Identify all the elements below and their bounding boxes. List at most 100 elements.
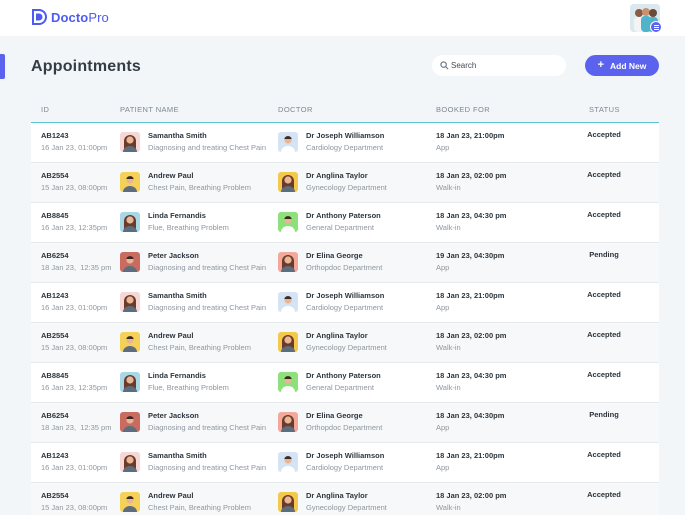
- patient-avatar[interactable]: [120, 292, 140, 312]
- table-row[interactable]: AB8845 16 Jan 23, 12:35pm Linda Fernandis F…: [31, 363, 659, 403]
- patient-avatar[interactable]: [120, 252, 140, 272]
- table-row[interactable]: AB2554 15 Jan 23, 08:00pm Andrew Paul Chest…: [31, 323, 659, 363]
- booked-cell: 18 Jan 23, 04:30 pm Walk-in: [436, 370, 506, 393]
- doctor-name[interactable]: Dr Anglina Taylor: [306, 330, 387, 341]
- doctor-name[interactable]: Dr Elina George: [306, 410, 382, 421]
- patient-name[interactable]: Samantha Smith: [148, 450, 266, 461]
- table-row[interactable]: AB6254 18 Jan 23, 12:35 pm Peter Jackson Di…: [31, 403, 659, 443]
- doctor-avatar[interactable]: [278, 332, 298, 352]
- patient-name[interactable]: Samantha Smith: [148, 290, 266, 301]
- appointment-id: AB2554: [41, 331, 69, 340]
- created-date: 16 Jan 23, 01:00pm: [41, 303, 108, 312]
- add-new-button[interactable]: + Add New: [585, 55, 659, 76]
- booked-cell: 18 Jan 23, 02:00 pm Walk-in: [436, 330, 506, 353]
- booked-time: 18 Jan 23, 04:30 pm: [436, 371, 507, 380]
- doctor-department: Orthopdoc Department: [306, 263, 383, 272]
- brand-logo[interactable]: DoctoPro: [31, 8, 109, 26]
- patient-name[interactable]: Linda Fernandis: [148, 210, 229, 221]
- doctor-name[interactable]: Dr Anthony Paterson: [306, 210, 381, 221]
- booked-cell: 18 Jan 23, 02:00 pm Walk-in: [436, 490, 506, 513]
- doctor-cell: Dr Elina George Orthopdoc Department: [306, 410, 382, 433]
- column-booked[interactable]: BOOKED FOR: [436, 105, 490, 114]
- patient-cell: Linda Fernandis Flue, Breathing Problem: [148, 370, 229, 393]
- doctor-name[interactable]: Dr Elina George: [306, 250, 382, 261]
- column-patient[interactable]: PATIENT NAME: [120, 105, 179, 114]
- table-row[interactable]: AB6254 18 Jan 23, 12:35 pm Peter Jackson Di…: [31, 243, 659, 283]
- table-row[interactable]: AB1243 16 Jan 23, 01:00pm Samantha Smith Di…: [31, 283, 659, 323]
- sidebar-toggle[interactable]: [0, 54, 5, 79]
- created-date: 16 Jan 23, 12:35pm: [41, 383, 108, 392]
- patient-name[interactable]: Andrew Paul: [148, 490, 251, 501]
- doctor-avatar[interactable]: [278, 292, 298, 312]
- patient-reason: Chest Pain, Breathing Problem: [148, 343, 251, 352]
- menu-icon[interactable]: [650, 21, 662, 33]
- appointment-id: AB6254: [41, 251, 69, 260]
- patient-avatar[interactable]: [120, 452, 140, 472]
- status-badge: Accepted: [587, 370, 621, 379]
- doctor-cell: Dr Elina George Orthopdoc Department: [306, 250, 382, 273]
- booking-mode: Walk-in: [436, 343, 461, 352]
- patient-avatar[interactable]: [120, 172, 140, 192]
- table-row[interactable]: AB1243 16 Jan 23, 01:00pm Samantha Smith Di…: [31, 123, 659, 163]
- doctor-cell: Dr Joseph Williamson Cardiology Departmen…: [306, 450, 384, 473]
- doctor-name[interactable]: Dr Joseph Williamson: [306, 450, 384, 461]
- table-header: ID PATIENT NAME DOCTOR BOOKED FOR STATUS: [31, 96, 659, 123]
- doctor-name[interactable]: Dr Anglina Taylor: [306, 170, 387, 181]
- booking-mode: App: [436, 463, 450, 472]
- appointment-id-cell: AB8845 16 Jan 23, 12:35pm: [41, 370, 107, 393]
- patient-reason: Diagnosing and treating Chest Pain: [148, 263, 266, 272]
- patient-name[interactable]: Peter Jackson: [148, 250, 266, 261]
- doctor-avatar[interactable]: [278, 492, 298, 512]
- table-row[interactable]: AB2554 15 Jan 23, 08:00pm Andrew Paul Chest…: [31, 483, 659, 515]
- created-date: 18 Jan 23, 12:35 pm: [41, 263, 112, 272]
- appointment-id-cell: AB1243 16 Jan 23, 01:00pm: [41, 290, 107, 313]
- table-row[interactable]: AB1243 16 Jan 23, 01:00pm Samantha Smith Di…: [31, 443, 659, 483]
- appointment-id: AB8845: [41, 211, 69, 220]
- patient-name[interactable]: Andrew Paul: [148, 330, 251, 341]
- appointment-id-cell: AB1243 16 Jan 23, 01:00pm: [41, 130, 107, 153]
- doctor-avatar[interactable]: [278, 252, 298, 272]
- column-status[interactable]: STATUS: [589, 105, 620, 114]
- doctor-name[interactable]: Dr Anglina Taylor: [306, 490, 387, 501]
- patient-cell: Linda Fernandis Flue, Breathing Problem: [148, 210, 229, 233]
- patient-name[interactable]: Andrew Paul: [148, 170, 251, 181]
- doctor-avatar[interactable]: [278, 452, 298, 472]
- patient-cell: Samantha Smith Diagnosing and treating Ch…: [148, 290, 266, 313]
- doctor-avatar[interactable]: [278, 172, 298, 192]
- column-id[interactable]: ID: [41, 105, 49, 114]
- booking-mode: Walk-in: [436, 503, 461, 512]
- appointment-id-cell: AB2554 15 Jan 23, 08:00pm: [41, 330, 107, 353]
- booked-time: 18 Jan 23, 21:00pm: [436, 131, 505, 140]
- appointment-id: AB2554: [41, 491, 69, 500]
- patient-name[interactable]: Linda Fernandis: [148, 370, 229, 381]
- patient-reason: Flue, Breathing Problem: [148, 223, 229, 232]
- status-badge: Accepted: [587, 210, 621, 219]
- patient-cell: Andrew Paul Chest Pain, Breathing Problem: [148, 330, 251, 353]
- booking-mode: App: [436, 143, 450, 152]
- status-badge: Accepted: [587, 290, 621, 299]
- patient-avatar[interactable]: [120, 132, 140, 152]
- table-row[interactable]: AB8845 16 Jan 23, 12:35pm Linda Fernandis F…: [31, 203, 659, 243]
- patient-avatar[interactable]: [120, 372, 140, 392]
- search-box[interactable]: [432, 55, 566, 76]
- doctor-name[interactable]: Dr Joseph Williamson: [306, 290, 384, 301]
- doctor-avatar[interactable]: [278, 412, 298, 432]
- doctor-name[interactable]: Dr Joseph Williamson: [306, 130, 384, 141]
- patient-name[interactable]: Samantha Smith: [148, 130, 266, 141]
- table-row[interactable]: AB2554 15 Jan 23, 08:00pm Andrew Paul Chest…: [31, 163, 659, 203]
- patient-reason: Chest Pain, Breathing Problem: [148, 183, 251, 192]
- patient-avatar[interactable]: [120, 332, 140, 352]
- search-input[interactable]: [451, 61, 551, 70]
- doctor-avatar[interactable]: [278, 212, 298, 232]
- patient-name[interactable]: Peter Jackson: [148, 410, 266, 421]
- booked-cell: 18 Jan 23, 21:00pm App: [436, 130, 504, 153]
- patient-cell: Samantha Smith Diagnosing and treating Ch…: [148, 130, 266, 153]
- patient-cell: Peter Jackson Diagnosing and treating Che…: [148, 410, 266, 433]
- doctor-avatar[interactable]: [278, 132, 298, 152]
- doctor-name[interactable]: Dr Anthony Paterson: [306, 370, 381, 381]
- column-doctor[interactable]: DOCTOR: [278, 105, 313, 114]
- doctor-avatar[interactable]: [278, 372, 298, 392]
- patient-avatar[interactable]: [120, 492, 140, 512]
- patient-avatar[interactable]: [120, 212, 140, 232]
- patient-avatar[interactable]: [120, 412, 140, 432]
